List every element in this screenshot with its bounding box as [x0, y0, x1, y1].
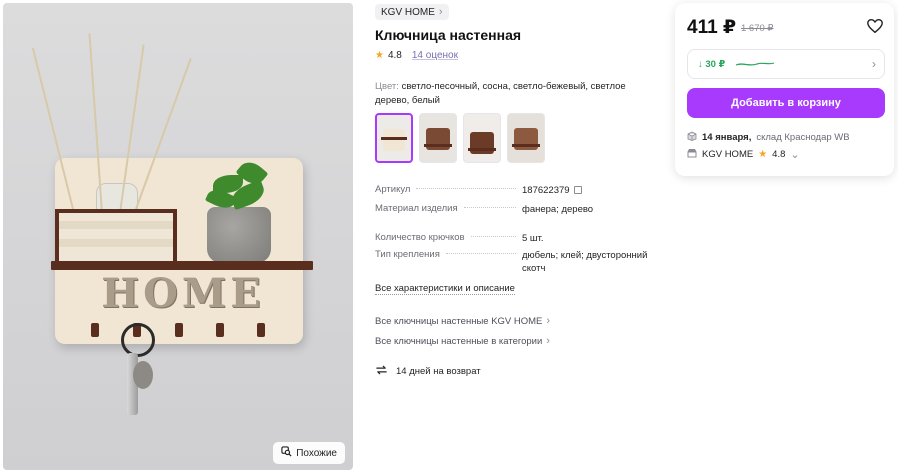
- spec-key: Тип крепления: [375, 249, 440, 260]
- spec-value: фанера; дерево: [522, 204, 594, 215]
- spec-key: Артикул: [375, 184, 411, 195]
- category-catalog-label: Все ключницы настенные в категории: [375, 335, 543, 347]
- delivery-date: 14 января,: [702, 132, 752, 143]
- chevron-down-icon: ⌄: [790, 149, 800, 161]
- wallet-discount[interactable]: ↓ 30 ₽ ›: [687, 49, 885, 79]
- similar-label: Похожие: [296, 447, 337, 459]
- spec-row: Материал изделия фанера; дерево: [375, 203, 655, 216]
- reviews-link[interactable]: 14 оценок: [412, 50, 458, 61]
- thumbnail[interactable]: [419, 113, 457, 163]
- delivery-info: 14 января, склад Краснодар WB: [687, 131, 850, 144]
- hook: [175, 323, 183, 337]
- seller-rating: 4.8: [772, 149, 786, 160]
- sign-text: HOME: [101, 270, 265, 317]
- spec-value: дюбель; клей; двусторонний скотч: [522, 250, 648, 274]
- star-icon: ★: [375, 50, 384, 61]
- spec-value: 5 шт.: [522, 233, 544, 244]
- brand-label: KGV HOME: [381, 6, 435, 18]
- key-fob: [133, 361, 153, 389]
- product-title: Ключница настенная: [375, 27, 522, 43]
- spec-key: Количество крючков: [375, 232, 465, 243]
- brand-chip[interactable]: KGV HOME ›: [375, 4, 449, 20]
- wave-icon: [735, 55, 775, 73]
- add-to-cart-button[interactable]: Добавить в корзину: [687, 88, 885, 118]
- rating: ★ 4.8 14 оценок: [375, 50, 458, 61]
- brand-catalog-label: Все ключницы настенные KGV HOME: [375, 315, 543, 327]
- spec-value: 187622379: [522, 185, 570, 196]
- wallet-value: ↓ 30 ₽: [698, 58, 726, 70]
- similar-search-icon: [281, 446, 292, 460]
- spec-row: Артикул 187622379: [375, 184, 655, 197]
- shelf: [51, 261, 313, 270]
- all-characteristics-link[interactable]: Все характеристики и описание: [375, 283, 515, 295]
- reed-stick: [31, 47, 75, 214]
- color-label: Цвет:: [375, 81, 399, 92]
- key-ring: [121, 323, 155, 357]
- star-icon: ★: [758, 149, 768, 160]
- brand-catalog-link[interactable]: Все ключницы настенные KGV HOME ›: [375, 315, 550, 327]
- spec-row: Количество крючков 5 шт.: [375, 232, 655, 245]
- spec-key: Материал изделия: [375, 203, 458, 214]
- return-arrows-icon: [375, 364, 388, 379]
- delivery-place: склад Краснодар WB: [756, 132, 850, 143]
- price: 411 ₽: [687, 17, 737, 38]
- wooden-box: [55, 209, 177, 261]
- rating-value: 4.8: [387, 50, 402, 61]
- return-policy: 14 дней на возврат: [375, 364, 481, 379]
- buy-card: 411 ₽ 1 670 ₽ ↓ 30 ₽ › Добавить в корзин…: [675, 3, 894, 176]
- hook: [257, 323, 265, 337]
- seller-name: KGV HOME: [702, 149, 754, 160]
- old-price: 1 670 ₽: [741, 23, 774, 34]
- hook: [216, 323, 224, 337]
- copy-icon[interactable]: [573, 186, 582, 195]
- color-thumbnails: [375, 113, 545, 163]
- color-info: Цвет: светло-песочный, сосна, светло-беж…: [375, 80, 645, 108]
- chevron-right-icon: ›: [546, 335, 550, 347]
- return-label: 14 дней на возврат: [396, 366, 481, 377]
- heart-icon[interactable]: [866, 17, 884, 35]
- thumbnail[interactable]: [463, 113, 501, 163]
- category-catalog-link[interactable]: Все ключницы настенные в категории ›: [375, 335, 550, 347]
- product-photo[interactable]: HOME Похожие: [3, 3, 353, 470]
- thumbnail[interactable]: [375, 113, 413, 163]
- spec-row: Тип крепления дюбель; клей; двусторонний…: [375, 249, 655, 275]
- seller-info[interactable]: KGV HOME ★ 4.8 ⌄: [687, 148, 800, 161]
- color-value: светло-песочный, сосна, светло-бежевый, …: [375, 81, 626, 106]
- chevron-right-icon: ›: [872, 57, 876, 71]
- box-icon: [687, 131, 697, 144]
- chevron-right-icon: ›: [546, 315, 551, 327]
- plant-pot: [207, 207, 271, 263]
- similar-button[interactable]: Похожие: [273, 442, 345, 464]
- hook: [91, 323, 99, 337]
- chevron-right-icon: ›: [438, 6, 443, 18]
- store-icon: [687, 148, 697, 161]
- thumbnail[interactable]: [507, 113, 545, 163]
